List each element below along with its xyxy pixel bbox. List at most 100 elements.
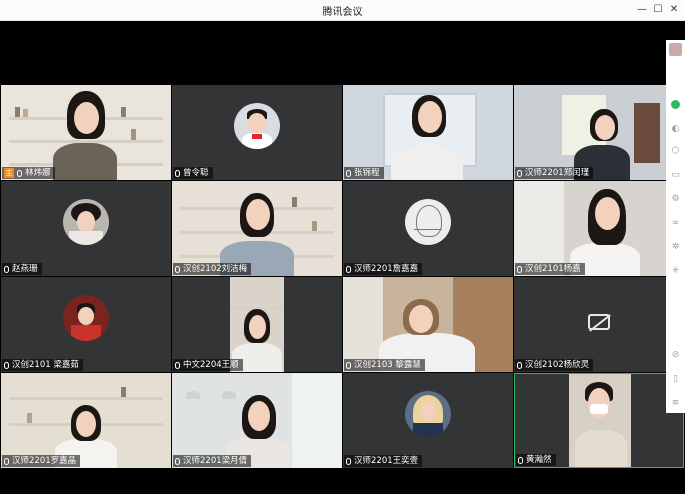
participant-nameplate: 汉师2201罗嘉晶 [2, 455, 81, 467]
video-tile[interactable]: 张锦程 [343, 85, 513, 180]
host-badge: 主 [4, 168, 14, 178]
participant-name: 林炜娜 [25, 168, 51, 178]
participant-nameplate: 汉师2201詹嘉嘉 [344, 263, 423, 275]
video-tile[interactable]: 汉师2201罗嘉晶 [1, 373, 171, 468]
video-tile[interactable]: 汉创2102刘洁梅 [172, 181, 342, 276]
background-scene [1, 85, 171, 180]
participant-name: 汉师2201王奕壹 [354, 456, 419, 466]
avatar-icon[interactable] [669, 43, 682, 56]
participant-nameplate: 张锦程 [344, 167, 384, 179]
ban-icon[interactable]: ⊘ [670, 350, 681, 361]
folder-icon[interactable]: ▭ [670, 170, 681, 181]
title-bar: 腾讯会议 — ☐ ✕ [0, 0, 685, 21]
settings-icon[interactable]: ⚙ [670, 194, 681, 205]
video-tile[interactable]: 曾令聪 [172, 85, 342, 180]
video-tile[interactable]: 主 林炜娜 [1, 85, 171, 180]
participant-avatar [405, 391, 451, 437]
background-scene [172, 277, 342, 372]
participant-nameplate: 曾令聪 [173, 167, 213, 179]
participant-nameplate: 主 林炜娜 [2, 167, 55, 179]
mic-icon [346, 457, 351, 465]
video-tile[interactable]: 汉创2102杨欣灵 [514, 277, 684, 372]
mic-icon [175, 457, 180, 465]
participant-name: 黄瀚然 [526, 455, 552, 465]
mic-icon [517, 265, 522, 273]
background-scene [172, 181, 342, 276]
participant-nameplate: 汉创2103 黎露慧 [344, 359, 425, 371]
participant-name: 汉师2201罗嘉晶 [12, 456, 77, 466]
participant-nameplate: 黄瀚然 [516, 454, 556, 466]
mic-icon [175, 361, 180, 369]
participant-nameplate: 汉创2101 梁嘉茹 [2, 359, 83, 371]
mic-icon [17, 169, 22, 177]
mic-icon [4, 265, 9, 273]
video-tile-active-speaker[interactable]: 黄瀚然 [514, 373, 684, 468]
mic-icon [346, 169, 351, 177]
sparkle-icon[interactable]: ✳ [670, 266, 681, 277]
background-scene [343, 277, 513, 372]
background-scene [1, 373, 171, 468]
video-grid: 主 林炜娜 曾令聪 张锦程 汉师2201郑闰瑾 赵燕珊 汉创2102刘洁梅 汉师2… [1, 85, 684, 468]
phone-icon[interactable]: ▯ [670, 374, 681, 385]
link-icon[interactable]: ∞ [670, 218, 681, 229]
right-toolbar: ◐ ⬡ ▭ ⚙ ∞ ✲ ✳ ⊘ ▯ ≡ [666, 40, 685, 413]
users-icon[interactable]: ◐ [670, 124, 681, 135]
participant-name: 汉创2102刘洁梅 [183, 264, 248, 274]
background-scene [172, 373, 342, 468]
video-tile[interactable]: 汉创2103 黎露慧 [343, 277, 513, 372]
gear-icon[interactable]: ✲ [670, 242, 681, 253]
participant-nameplate: 汉师2201郑闰瑾 [515, 167, 594, 179]
participant-name: 汉创2102杨欣灵 [525, 360, 590, 370]
participant-name: 汉创2103 黎露慧 [354, 360, 421, 370]
video-tile[interactable]: 汉师2201梁月倩 [172, 373, 342, 468]
participant-nameplate: 汉创2102杨欣灵 [515, 359, 594, 371]
participant-name: 汉师2201梁月倩 [183, 456, 248, 466]
mic-icon [517, 169, 522, 177]
close-button[interactable]: ✕ [666, 2, 682, 18]
mic-icon [346, 265, 351, 273]
minimize-button[interactable]: — [634, 2, 650, 18]
participant-nameplate: 赵燕珊 [2, 263, 42, 275]
meeting-stage: 主 林炜娜 曾令聪 张锦程 汉师2201郑闰瑾 赵燕珊 汉创2102刘洁梅 汉师2… [0, 21, 685, 494]
participant-name: 张锦程 [354, 168, 380, 178]
mic-icon [4, 457, 9, 465]
participant-name: 汉创2101杨嘉 [525, 264, 581, 274]
video-tile[interactable]: 汉创2101杨嘉 [514, 181, 684, 276]
status-dot-icon [671, 100, 680, 109]
menu-icon[interactable]: ≡ [670, 398, 681, 409]
video-tile[interactable]: 汉创2101 梁嘉茹 [1, 277, 171, 372]
participant-nameplate: 汉师2201王奕壹 [344, 455, 423, 467]
window-title: 腾讯会议 [322, 7, 363, 18]
video-tile[interactable]: 汉师2201王奕壹 [343, 373, 513, 468]
video-tile[interactable]: 赵燕珊 [1, 181, 171, 276]
participant-avatar [405, 199, 451, 245]
mic-icon [4, 361, 9, 369]
mic-icon [175, 169, 180, 177]
participant-nameplate: 中文2204王顺 [173, 359, 243, 371]
participant-name: 汉师2201詹嘉嘉 [354, 264, 419, 274]
participant-name: 中文2204王顺 [183, 360, 239, 370]
camera-off-icon [588, 314, 610, 330]
participant-name: 曾令聪 [183, 168, 209, 178]
apps-icon[interactable]: ⬡ [670, 146, 681, 157]
participant-name: 赵燕珊 [12, 264, 38, 274]
mic-icon [175, 265, 180, 273]
maximize-button[interactable]: ☐ [650, 2, 666, 18]
participant-name: 汉师2201郑闰瑾 [525, 168, 590, 178]
participant-avatar [234, 103, 280, 149]
participant-nameplate: 汉师2201梁月倩 [173, 455, 252, 467]
background-scene [514, 181, 684, 276]
background-scene [514, 85, 684, 180]
video-tile[interactable]: 汉师2201詹嘉嘉 [343, 181, 513, 276]
mic-icon [518, 456, 523, 464]
participant-avatar [63, 295, 109, 341]
participant-nameplate: 汉创2102刘洁梅 [173, 263, 252, 275]
participant-avatar [63, 199, 109, 245]
video-tile[interactable]: 汉师2201郑闰瑾 [514, 85, 684, 180]
video-tile[interactable]: 中文2204王顺 [172, 277, 342, 372]
mic-icon [346, 361, 351, 369]
participant-nameplate: 汉创2101杨嘉 [515, 263, 585, 275]
mic-icon [517, 361, 522, 369]
participant-name: 汉创2101 梁嘉茹 [12, 360, 79, 370]
background-scene [343, 85, 513, 180]
